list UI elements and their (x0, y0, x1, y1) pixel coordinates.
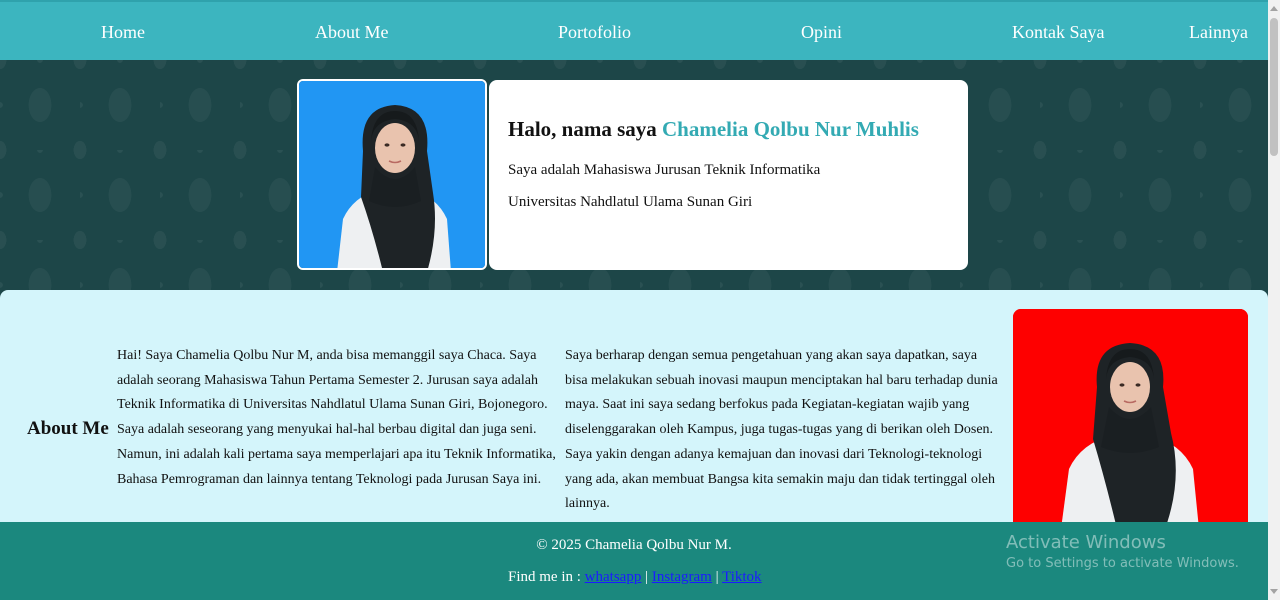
intro-greeting: Halo, nama saya (508, 117, 657, 141)
scroll-up-arrow-icon[interactable] (1270, 6, 1278, 11)
instagram-link[interactable]: Instagram (652, 569, 712, 585)
find-me-line: Find me in : whatsapp | Instagram | Tikt… (508, 569, 762, 586)
about-photo (1013, 309, 1248, 522)
scrollbar-thumb[interactable] (1270, 18, 1278, 156)
nav-home[interactable]: Home (101, 22, 145, 43)
footer: © 2025 Chamelia Qolbu Nur M. Find me in … (0, 522, 1268, 600)
nav-lainnya[interactable]: Lainnya (1189, 22, 1248, 43)
nav-about-me[interactable]: About Me (315, 22, 389, 43)
nav-kontak-saya[interactable]: Kontak Saya (1012, 22, 1104, 43)
find-me-label: Find me in : (508, 569, 581, 585)
whatsapp-link[interactable]: whatsapp (585, 569, 642, 585)
profile-photo (297, 79, 487, 270)
link-separator: | (715, 569, 719, 585)
about-heading: About Me (27, 418, 109, 439)
person-portrait-red (1013, 309, 1248, 522)
activate-windows-subtitle: Go to Settings to activate Windows. (1006, 556, 1239, 571)
about-section: About Me Hai! Saya Chamelia Qolbu Nur M,… (0, 290, 1268, 522)
nav-opini[interactable]: Opini (801, 22, 842, 43)
person-portrait-blue (299, 81, 485, 268)
scroll-down-arrow-icon[interactable] (1270, 589, 1278, 594)
nav-portofolio[interactable]: Portofolio (558, 22, 631, 43)
link-separator: | (645, 569, 649, 585)
top-navbar: Home About Me Portofolio Opini Kontak Sa… (0, 0, 1268, 60)
about-paragraph-1: Hai! Saya Chamelia Qolbu Nur M, anda bis… (117, 348, 556, 487)
page-scrollbar[interactable] (1268, 0, 1280, 600)
about-paragraph-2: Saya berharap dengan semua pengetahuan y… (565, 348, 998, 512)
intro-line-university: Universitas Nahdlatul Ulama Sunan Giri (508, 194, 753, 210)
activate-windows-title: Activate Windows (1006, 532, 1166, 553)
intro-name: Chamelia Qolbu Nur Muhlis (662, 117, 919, 141)
tiktok-link[interactable]: Tiktok (722, 569, 761, 585)
intro-heading: Halo, nama saya Chamelia Qolbu Nur Muhli… (508, 117, 919, 142)
intro-line-major: Saya adalah Mahasiswa Jurusan Teknik Inf… (508, 162, 821, 178)
intro-card: Halo, nama saya Chamelia Qolbu Nur Muhli… (489, 80, 968, 270)
